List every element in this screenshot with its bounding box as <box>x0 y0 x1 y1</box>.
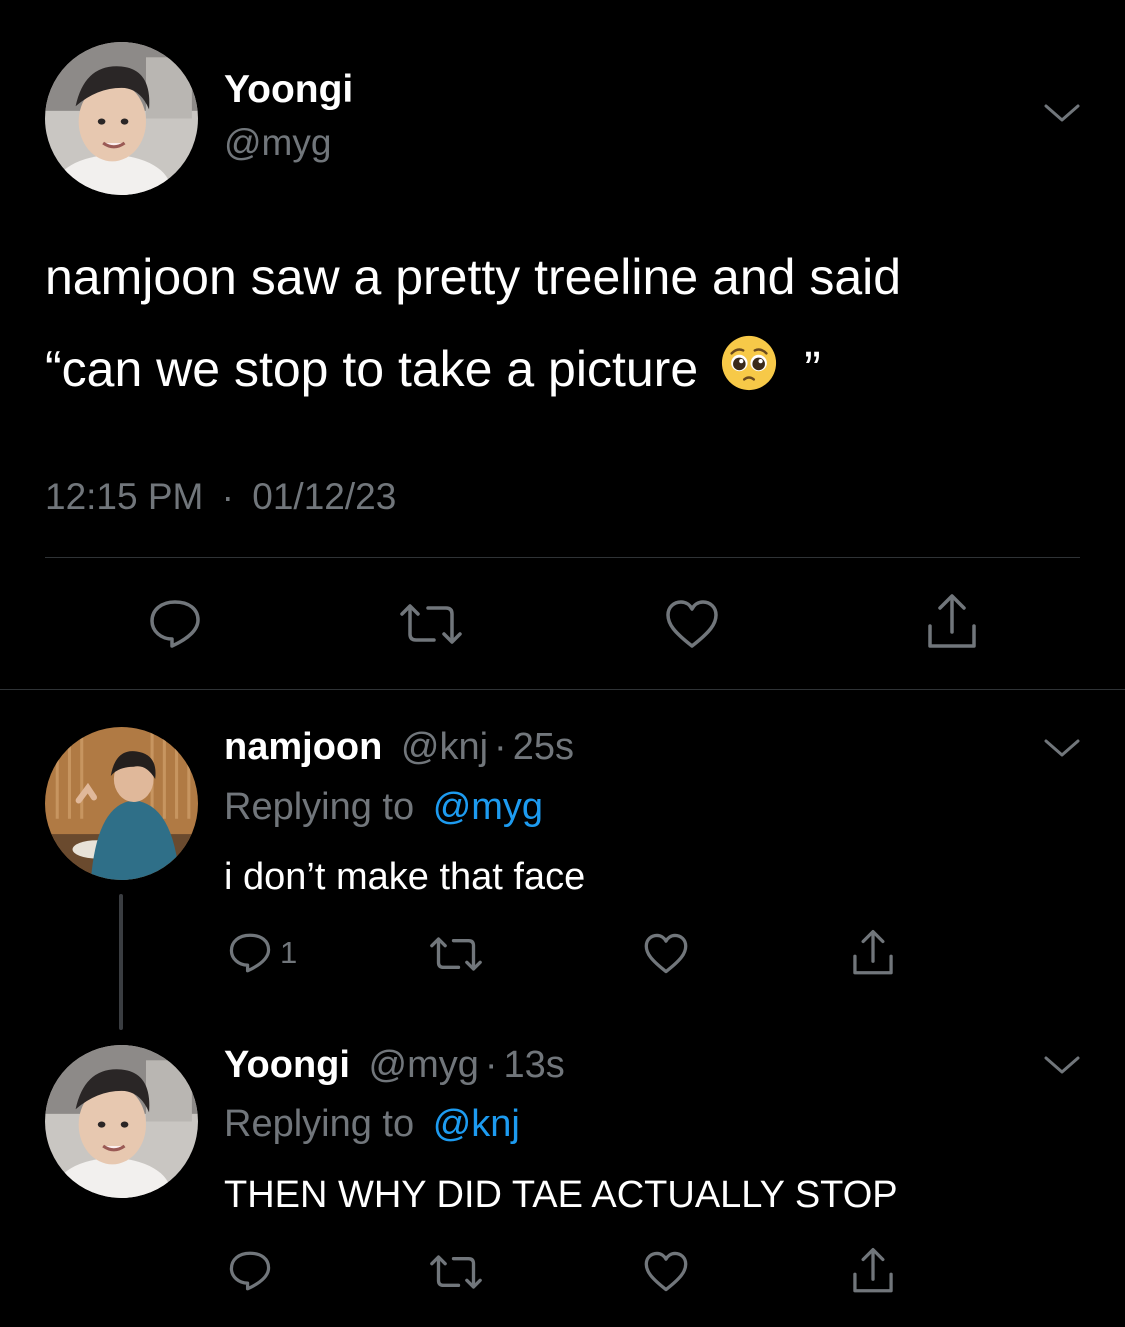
reply2-handle[interactable]: @myg <box>369 1044 479 1086</box>
retweet-icon <box>400 604 462 644</box>
chevron-down-icon[interactable] <box>1042 735 1082 761</box>
heart-icon <box>644 933 688 974</box>
retweet-icon <box>430 1255 482 1289</box>
reply1-like-button[interactable] <box>643 932 689 975</box>
reply2-replying-to: Replying to @knj <box>224 1103 520 1146</box>
replying-to-handle-link[interactable]: @knj <box>433 1103 520 1145</box>
main-tweet-avatar[interactable] <box>45 42 198 195</box>
main-tweet-text-before-emoji: “can we stop to take a picture <box>45 341 699 397</box>
avatar-photo-icon <box>45 727 198 880</box>
main-tweet-timestamp[interactable]: 12:15 PM · 01/12/23 <box>45 476 396 518</box>
reply1-display-name[interactable]: namjoon <box>224 726 382 768</box>
avatar-photo-icon <box>45 1045 198 1198</box>
replying-to-handle-link[interactable]: @myg <box>433 786 543 828</box>
main-retweet-button[interactable] <box>398 600 464 648</box>
replying-to-label: Replying to <box>224 1103 415 1145</box>
reply2-reply-button[interactable] <box>228 1250 272 1292</box>
retweet-icon <box>430 937 482 971</box>
reply1-text: i don’t make that face <box>224 856 586 898</box>
main-like-button[interactable] <box>664 598 720 650</box>
reply-icon <box>229 933 271 973</box>
main-tweet-handle[interactable]: @myg <box>224 122 331 164</box>
reply-icon <box>150 600 200 648</box>
main-tweet-text-line-1: namjoon saw a pretty treeline and said <box>45 249 902 305</box>
main-share-button[interactable] <box>924 592 980 652</box>
reply1-retweet-button[interactable] <box>428 934 484 974</box>
reply1-time-ago[interactable]: 25s <box>513 726 574 768</box>
reply2-retweet-button[interactable] <box>428 1252 484 1292</box>
reply2-time-ago[interactable]: 13s <box>504 1044 565 1086</box>
reply2-avatar[interactable] <box>45 1045 198 1198</box>
heart-icon <box>666 600 718 648</box>
thread-connector-line <box>119 894 123 1030</box>
reply2-share-button[interactable] <box>850 1246 896 1296</box>
chevron-down-icon[interactable] <box>1042 1052 1082 1078</box>
heart-icon <box>644 1251 688 1292</box>
reply1-reply-button[interactable]: 1 <box>228 932 297 974</box>
reply2-separator: · <box>484 1044 498 1086</box>
timestamp-separator: · <box>221 476 234 517</box>
reply1-header: namjoon @knj · 25s <box>224 726 574 769</box>
share-icon <box>928 594 976 648</box>
section-divider <box>0 689 1125 690</box>
main-tweet-text-after-emoji: ” <box>804 341 821 397</box>
chevron-down-icon[interactable] <box>1042 100 1082 126</box>
main-tweet-text-line-2: “can we stop to take a picture ” <box>45 334 821 404</box>
share-icon <box>853 1248 893 1293</box>
reply-icon <box>229 1251 271 1291</box>
pleading-face-icon <box>720 334 778 404</box>
avatar-photo-icon <box>45 42 198 195</box>
reply1-handle[interactable]: @knj <box>401 726 488 768</box>
share-icon <box>853 930 893 975</box>
main-tweet-divider <box>45 557 1080 558</box>
reply2-like-button[interactable] <box>643 1250 689 1293</box>
reply2-header: Yoongi @myg · 13s <box>224 1044 565 1087</box>
reply1-replying-to: Replying to @myg <box>224 786 543 829</box>
reply2-text: THEN WHY DID TAE ACTUALLY STOP <box>224 1174 898 1216</box>
reply1-share-button[interactable] <box>850 928 896 978</box>
main-tweet-display-name[interactable]: Yoongi <box>224 68 353 112</box>
main-reply-button[interactable] <box>148 598 202 650</box>
reply2-display-name[interactable]: Yoongi <box>224 1044 350 1086</box>
main-tweet-time: 12:15 PM <box>45 476 204 517</box>
main-tweet-date: 01/12/23 <box>252 476 397 517</box>
reply1-reply-count: 1 <box>280 935 298 970</box>
reply1-avatar[interactable] <box>45 727 198 880</box>
reply1-separator: · <box>494 726 507 768</box>
replying-to-label: Replying to <box>224 786 415 828</box>
